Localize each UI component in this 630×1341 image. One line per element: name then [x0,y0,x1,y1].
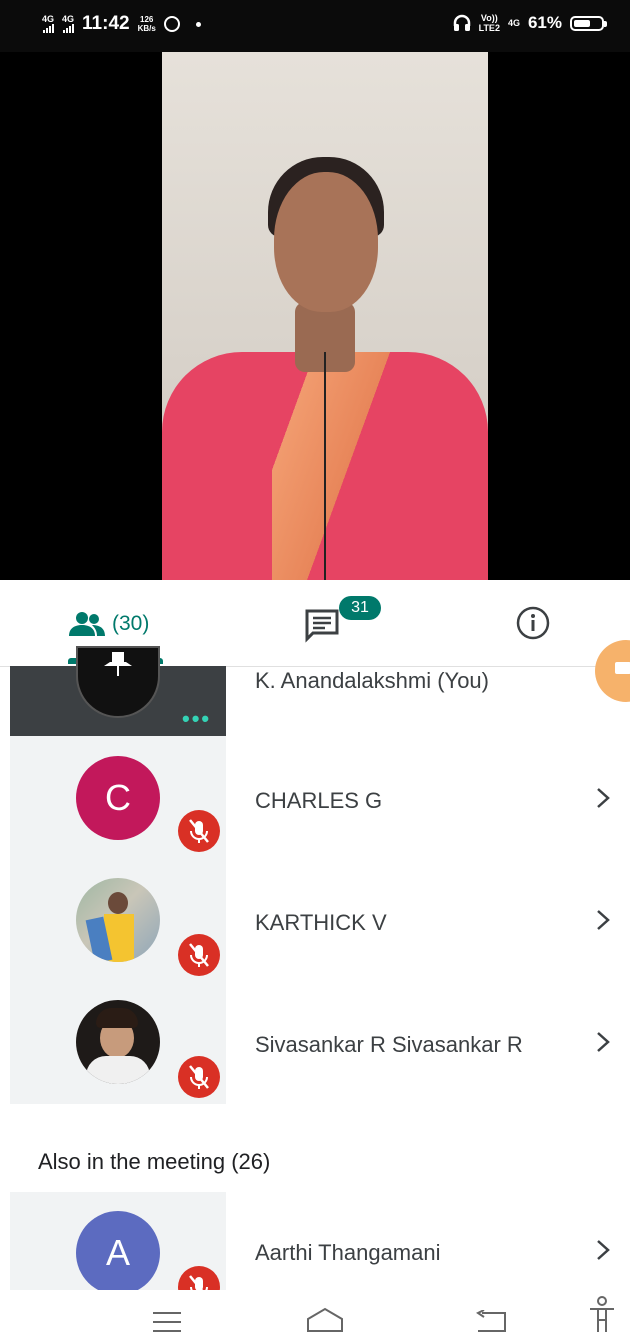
tab-chat[interactable]: 31 [304,594,384,644]
people-icon [69,612,105,636]
participant-name: CHARLES G [255,788,383,813]
whatsapp-icon [163,16,180,32]
participant-tile: A [10,1192,226,1290]
sim1-signal-icon: 4G [42,15,54,33]
avatar: C [76,756,160,840]
tab-people[interactable]: (30) [68,604,168,664]
status-bar: 4G 4G 11:42 126 KB/s Vo)) LTE2 4G 61% [0,0,630,52]
notification-dot-icon [195,21,201,27]
participant-row[interactable]: Sivasankar R Sivasankar R [10,982,630,1104]
battery-percent: 61% [527,13,562,32]
menu-icon[interactable] [152,1310,182,1334]
muted-mic-icon [178,1056,220,1098]
participant-row[interactable]: KARTHICK V [10,860,630,982]
accessibility-icon[interactable] [588,1296,616,1336]
participant-row[interactable]: C CHARLES G [10,736,630,860]
chat-icon [305,609,339,643]
participant-video-feed [162,52,488,580]
participant-name: KARTHICK V [255,910,387,935]
clock: 11:42 [82,13,130,34]
participant-name: Sivasankar R Sivasankar R [255,1032,523,1057]
sim2-signal-icon: 4G [62,15,74,33]
muted-mic-icon [178,934,220,976]
volte-indicator: Vo)) LTE2 [478,13,500,33]
chevron-right-icon[interactable] [595,1031,611,1053]
self-tile: ••• [10,646,226,736]
back-icon[interactable] [474,1310,508,1334]
system-nav-bar [0,1290,630,1341]
avatar [76,1000,160,1084]
people-count: (30) [112,612,150,635]
avatar [76,646,160,718]
pin-icon [104,652,132,676]
chevron-right-icon[interactable] [595,1239,611,1261]
info-icon[interactable] [516,606,550,640]
video-stage[interactable] [0,52,630,580]
participant-tile [10,982,226,1104]
more-options-icon[interactable]: ••• [182,706,211,732]
present-icon [615,662,630,674]
participant-name: Aarthi Thangamani [255,1240,441,1265]
muted-mic-icon [178,1266,220,1290]
chevron-right-icon[interactable] [595,909,611,931]
network-type: 4G [507,18,520,28]
home-icon[interactable] [305,1306,345,1334]
battery-icon [570,15,607,31]
headphones-icon [453,14,470,31]
participant-name: K. Anandalakshmi (You) [255,668,489,693]
participant-row[interactable]: A Aarthi Thangamani [10,1192,630,1290]
chat-badge: 31 [339,596,381,620]
network-speed: 126 KB/s [137,15,156,33]
chevron-right-icon[interactable] [595,787,611,809]
participant-tile: C [10,736,226,860]
avatar [76,878,160,962]
avatar: A [76,1211,160,1290]
muted-mic-icon [178,810,220,852]
also-in-meeting-heading: Also in the meeting (26) [38,1149,271,1174]
participant-row-self[interactable]: ••• K. Anandalakshmi (You) [10,646,630,736]
participant-tile [10,860,226,982]
